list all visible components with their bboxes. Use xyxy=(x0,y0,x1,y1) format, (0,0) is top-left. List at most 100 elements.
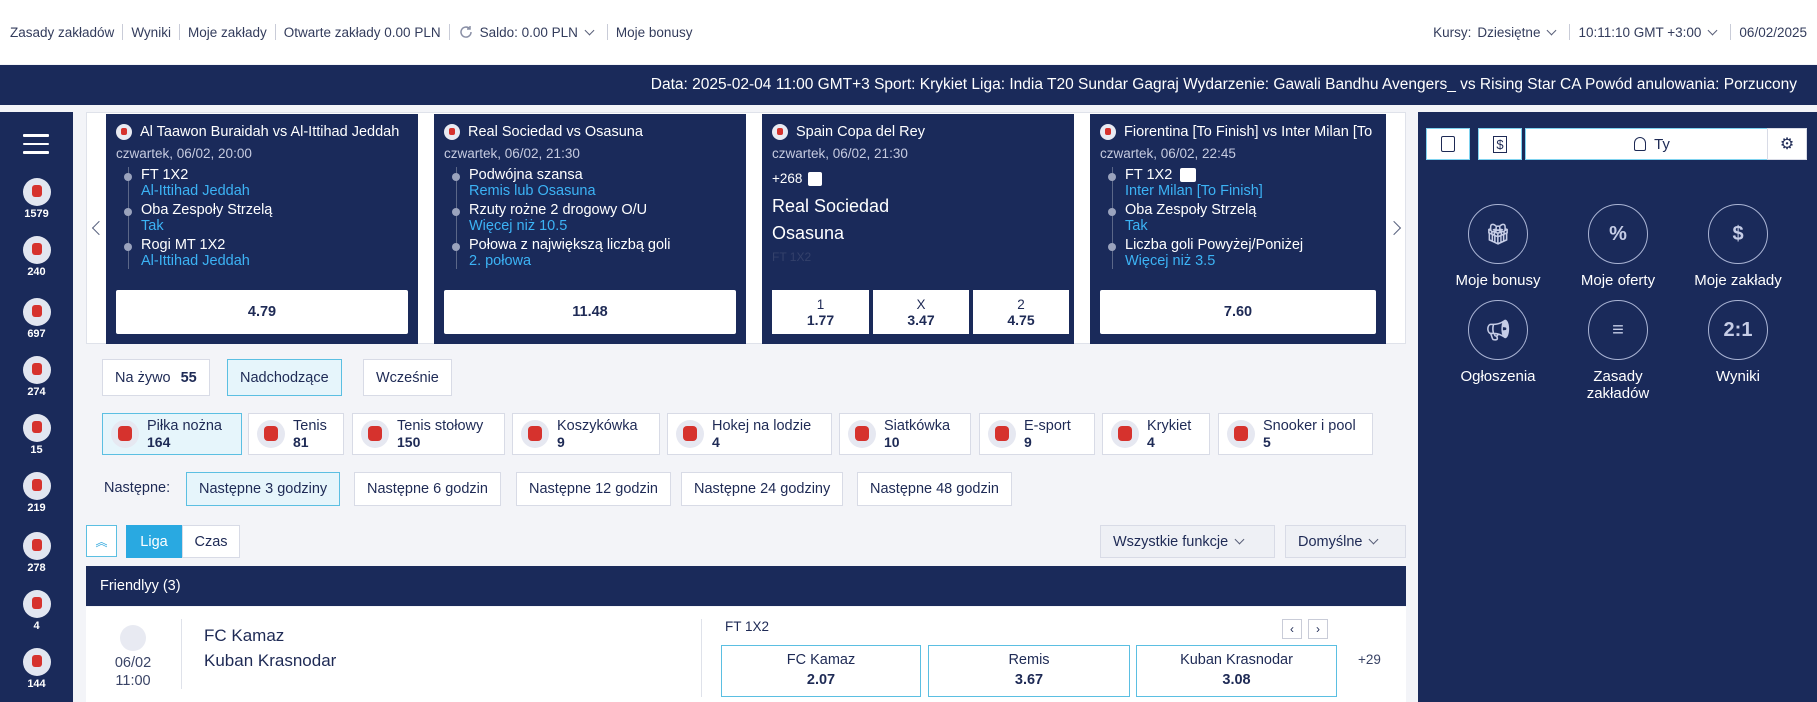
sport-filter-cricket[interactable]: Krykiet 4 xyxy=(1102,413,1210,455)
sport-filter-table-tennis[interactable]: Tenis stołowy 150 xyxy=(352,413,505,455)
menu-label: Zasady zakładów xyxy=(1586,368,1650,402)
menu-betting-rules[interactable]: ≡ Zasady zakładów xyxy=(1558,300,1678,402)
featured-card[interactable]: Spain Copa del Rey czwartek, 06/02, 21:3… xyxy=(762,114,1074,344)
sport-filter-volleyball[interactable]: Siatkówka 10 xyxy=(839,413,971,455)
sidebar-item-tennis[interactable]: 240 xyxy=(0,236,73,278)
odd-value: 3.47 xyxy=(907,311,935,328)
collapse-button[interactable]: ︽ xyxy=(86,525,117,557)
odds-button[interactable]: 2 4.75 xyxy=(973,290,1069,334)
chevron-down-icon xyxy=(1234,534,1245,545)
sport-filter-esport[interactable]: E-sport 9 xyxy=(979,413,1095,455)
fast-forward-icon xyxy=(1180,168,1197,183)
football-icon xyxy=(772,124,788,140)
chevron-down-icon[interactable] xyxy=(1707,25,1718,35)
sport-filter-football[interactable]: Piłka nożna 164 xyxy=(102,413,242,455)
chevron-left-icon[interactable] xyxy=(91,220,107,236)
sidebar-item-table-tennis[interactable]: 697 xyxy=(0,298,73,340)
my-bets-tab[interactable]: $ xyxy=(1478,128,1522,160)
leg-selection: Tak xyxy=(141,218,164,234)
league-header[interactable]: Friendlyy (3) xyxy=(86,566,1406,606)
tab-early[interactable]: Wcześnie xyxy=(363,359,452,396)
view-league-button[interactable]: Liga xyxy=(126,525,182,558)
basketball-icon xyxy=(521,420,549,448)
odds-button[interactable]: 1 1.77 xyxy=(772,290,869,334)
menu-my-bets[interactable]: $ Moje zakłady xyxy=(1678,204,1798,289)
chevron-right-icon[interactable]: › xyxy=(1308,619,1328,639)
menu-icon[interactable] xyxy=(23,134,49,160)
stats-icon[interactable] xyxy=(808,171,823,186)
ticker-text: Data: 2025-02-04 11:00 GMT+3 Sport: Kryk… xyxy=(650,76,1797,93)
odd-label: X xyxy=(916,296,926,312)
balance[interactable]: Saldo: 0.00 PLN xyxy=(480,25,578,40)
chevron-left-icon[interactable]: ‹ xyxy=(1282,619,1302,639)
next-3h-button[interactable]: Następne 3 godziny xyxy=(186,472,341,506)
football-icon xyxy=(120,625,146,651)
football-icon xyxy=(22,178,51,206)
sport-filter-basketball[interactable]: Koszykówka 9 xyxy=(512,413,660,455)
featured-card[interactable]: Al Taawon Buraidah vs Al-Ittihad Jeddah … xyxy=(106,114,418,344)
refresh-icon[interactable] xyxy=(458,24,474,40)
menu-announcements[interactable]: 📢︎ Ogłoszenia xyxy=(1438,300,1558,385)
leg-selection: Al-Ittihad Jeddah xyxy=(141,253,250,269)
odds-button[interactable]: 11.48 xyxy=(444,290,736,334)
top-settings: Kursy: Dziesiętne 10:11:10 GMT +3:00 06/… xyxy=(1433,24,1807,40)
view-time-button[interactable]: Czas xyxy=(182,525,240,558)
odds-button[interactable]: X 3.47 xyxy=(873,290,969,334)
sidebar-item-baseball[interactable]: 4 xyxy=(0,590,73,632)
betslip-tab[interactable] xyxy=(1426,128,1470,160)
settings-button[interactable]: ⚙ xyxy=(1767,128,1807,160)
sidebar-item-basketball[interactable]: 274 xyxy=(0,356,73,398)
odds-button[interactable]: Remis 3.67 xyxy=(928,645,1130,697)
odds-format-select[interactable]: Dziesiętne xyxy=(1477,25,1540,40)
chevron-right-icon[interactable] xyxy=(1386,220,1402,236)
chevron-down-icon[interactable] xyxy=(584,25,595,35)
next-12h-button[interactable]: Następne 12 godzin xyxy=(516,472,671,506)
link-rules[interactable]: Zasady zakładów xyxy=(10,25,114,40)
sport-filter-tennis[interactable]: Tenis 81 xyxy=(248,413,344,455)
odds-button[interactable]: 7.60 xyxy=(1100,290,1376,334)
user-tab[interactable]: Ty xyxy=(1525,128,1779,160)
link-my-bets[interactable]: Moje zakłady xyxy=(188,25,267,40)
home-team[interactable]: FC Kamaz xyxy=(204,626,284,646)
dollar-doc-icon: $ xyxy=(1708,204,1768,264)
double-chevron-up-icon: ︽ xyxy=(95,534,108,549)
sidebar-item-esport[interactable]: 144 xyxy=(0,648,73,690)
chevron-down-icon[interactable] xyxy=(1547,25,1557,35)
more-markets[interactable]: +268 xyxy=(772,171,802,186)
sidebar-item-ice-hockey[interactable]: 15 xyxy=(0,414,73,456)
tab-live[interactable]: Na żywo 55 xyxy=(102,359,210,396)
next-6h-button[interactable]: Następne 6 godzin xyxy=(354,472,501,506)
odds-button[interactable]: Kuban Krasnodar 3.08 xyxy=(1136,645,1337,697)
away-team[interactable]: Kuban Krasnodar xyxy=(204,651,336,671)
more-markets[interactable]: +29 xyxy=(1358,652,1381,667)
sidebar-item-volleyball[interactable]: 278 xyxy=(0,532,73,574)
featured-card[interactable]: Real Sociedad vs Osasuna czwartek, 06/02… xyxy=(434,114,746,344)
next-24h-button[interactable]: Następne 24 godziny xyxy=(681,472,844,506)
odds-button[interactable]: FC Kamaz 2.07 xyxy=(721,645,921,697)
clock[interactable]: 10:11:10 GMT +3:00 xyxy=(1578,25,1701,40)
menu-results[interactable]: 2:1 Wyniki xyxy=(1678,300,1798,385)
baseball-icon xyxy=(22,590,51,618)
next-48h-button[interactable]: Następne 48 godzin xyxy=(857,472,1012,506)
bet-leg: Rogi MT 1X2 Al-Ittihad Jeddah xyxy=(124,237,408,269)
match-date: 06/02 xyxy=(114,655,152,671)
cricket-icon xyxy=(1111,420,1139,448)
menu-my-bonuses[interactable]: 🎁︎ Moje bonusy xyxy=(1438,204,1558,289)
sport-filter-ice-hockey[interactable]: Hokej na lodzie 4 xyxy=(667,413,832,455)
all-functions-dropdown[interactable]: Wszystkie funkcje xyxy=(1100,525,1275,558)
sidebar-item-football[interactable]: 1579 xyxy=(0,178,73,220)
link-bonuses[interactable]: Moje bonusy xyxy=(616,25,693,40)
divider xyxy=(181,619,182,689)
menu-my-offers[interactable]: % Moje oferty xyxy=(1558,204,1678,289)
sport-filter-snooker[interactable]: Snooker i pool 5 xyxy=(1218,413,1373,455)
featured-card[interactable]: Fiorentina [To Finish] vs Inter Milan [T… xyxy=(1090,114,1386,344)
menu-label: Moje zakłady xyxy=(1694,272,1782,289)
link-results[interactable]: Wyniki xyxy=(131,25,171,40)
tab-upcoming[interactable]: Nadchodzące xyxy=(227,359,342,396)
bet-legs: Podwójna szansa Remis lub Osasuna Rzuty r… xyxy=(452,167,736,269)
sidebar-item-rugby[interactable]: 219 xyxy=(0,472,73,514)
link-open-bets[interactable]: Otwarte zakłady 0.00 PLN xyxy=(284,25,441,40)
odds-button[interactable]: 4.79 xyxy=(116,290,408,334)
sort-dropdown[interactable]: Domyślne xyxy=(1285,525,1406,558)
divider xyxy=(448,24,450,40)
